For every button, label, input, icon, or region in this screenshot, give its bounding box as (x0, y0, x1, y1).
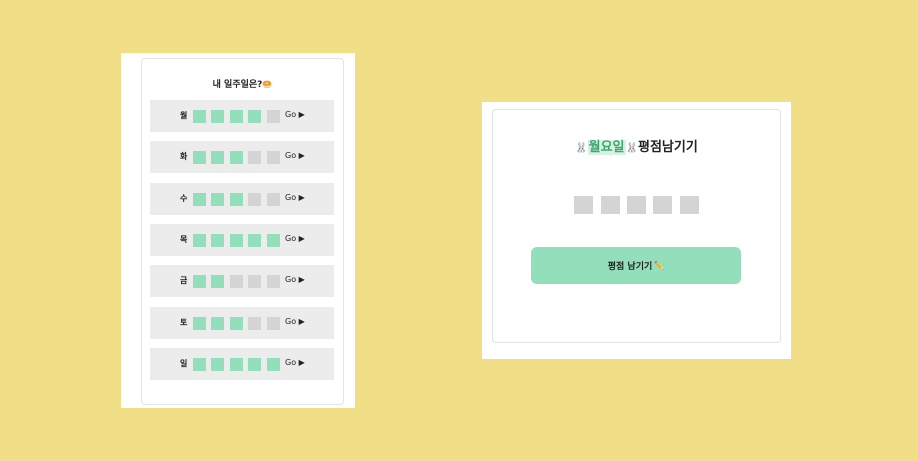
rating-square-filled (193, 234, 206, 247)
rating-square-filled (248, 358, 261, 371)
rating-input-square[interactable] (574, 196, 593, 214)
go-button[interactable]: Go ▶ (285, 151, 305, 160)
day-row: 수 Go ▶ (150, 183, 334, 215)
rating-square-empty (267, 275, 280, 288)
rating-square-empty (267, 110, 280, 123)
day-label: 화 (180, 152, 188, 161)
day-row: 토 Go ▶ (150, 307, 334, 339)
rating-square-filled (211, 358, 224, 371)
submit-rating-button[interactable]: 평점 남기기 ✏️ (531, 247, 741, 284)
day-row: 일 Go ▶ (150, 348, 334, 380)
rating-square-filled (230, 358, 243, 371)
rating-input-square[interactable] (680, 196, 699, 214)
bagel-icon: 🥯 (262, 80, 273, 89)
rating-input-square[interactable] (653, 196, 672, 214)
rating-square-filled (193, 151, 206, 164)
day-label: 목 (180, 235, 188, 244)
rating-square-filled (211, 193, 224, 206)
rabbit-icon: 🐰 (575, 143, 588, 154)
pencil-icon: ✏️ (654, 261, 665, 270)
rating-square-filled (193, 110, 206, 123)
submit-rating-label: 평점 남기기 (607, 262, 653, 272)
day-row: 월 Go ▶ (150, 100, 334, 132)
rating-square-filled (248, 110, 261, 123)
rating-square-filled (211, 275, 224, 288)
rating-square-empty (230, 275, 243, 288)
go-button[interactable]: Go ▶ (285, 317, 305, 326)
go-button[interactable]: Go ▶ (285, 193, 305, 202)
go-button[interactable]: Go ▶ (285, 234, 305, 243)
rating-square-filled (211, 110, 224, 123)
rating-square-filled (193, 317, 206, 330)
go-button[interactable]: Go ▶ (285, 275, 305, 284)
rating-square-empty (248, 193, 261, 206)
week-title: 내 일주일은?🥯 (142, 77, 343, 90)
rating-square-filled (211, 234, 224, 247)
rating-square-filled (230, 234, 243, 247)
day-label: 월 (180, 111, 188, 120)
rating-square-filled (230, 110, 243, 123)
rating-input-square[interactable] (627, 196, 646, 214)
rating-square-filled (267, 234, 280, 247)
rating-square-filled (267, 358, 280, 371)
week-panel: 내 일주일은?🥯 월 Go ▶ 화 Go ▶ 수 Go ▶ 목 Go ▶ 금 Go ▶ 토 Go ▶ 일… (121, 53, 355, 408)
rating-square-filled (248, 234, 261, 247)
rating-square-empty (267, 193, 280, 206)
rating-title: 🐰월요일🐰평점남기기 (493, 136, 780, 155)
rating-square-filled (211, 151, 224, 164)
rating-square-filled (211, 317, 224, 330)
rating-square-empty (267, 317, 280, 330)
rating-square-filled (230, 151, 243, 164)
go-button[interactable]: Go ▶ (285, 358, 305, 367)
rating-input-square[interactable] (601, 196, 620, 214)
rating-square-empty (267, 151, 280, 164)
rating-day-highlight: 월요일 (587, 140, 626, 155)
rating-square-filled (193, 275, 206, 288)
week-title-text: 내 일주일은? (212, 80, 263, 90)
day-row: 목 Go ▶ (150, 224, 334, 256)
rating-square-empty (248, 151, 261, 164)
day-row: 금 Go ▶ (150, 265, 334, 297)
day-row: 화 Go ▶ (150, 141, 334, 173)
day-label: 토 (180, 318, 188, 327)
day-label: 수 (180, 194, 188, 203)
rating-square-filled (230, 193, 243, 206)
rating-title-text: 평점남기기 (637, 140, 698, 155)
day-label: 일 (180, 359, 188, 368)
rating-square-empty (248, 317, 261, 330)
go-button[interactable]: Go ▶ (285, 110, 305, 119)
rating-square-filled (193, 358, 206, 371)
rating-square-filled (230, 317, 243, 330)
rating-square-filled (193, 193, 206, 206)
week-card: 내 일주일은?🥯 월 Go ▶ 화 Go ▶ 수 Go ▶ 목 Go ▶ 금 Go ▶ 토 Go ▶ 일… (141, 58, 344, 405)
rating-panel: 🐰월요일🐰평점남기기 평점 남기기 ✏️ (482, 102, 791, 359)
rating-card: 🐰월요일🐰평점남기기 평점 남기기 ✏️ (492, 109, 781, 343)
rating-square-empty (248, 275, 261, 288)
rabbit-icon: 🐰 (625, 143, 638, 154)
day-label: 금 (180, 276, 188, 285)
